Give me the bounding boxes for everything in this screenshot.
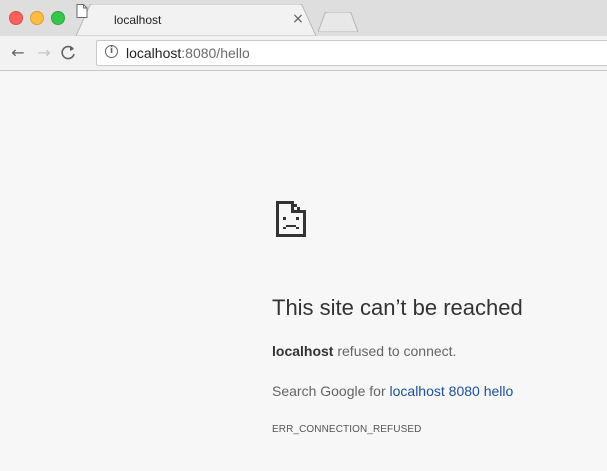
forward-arrow-icon[interactable]: → <box>34 43 54 63</box>
tab-title: localhost <box>114 13 162 27</box>
toolbar: ← → i localhost:8080/hello <box>0 36 607 71</box>
minimize-window-icon[interactable] <box>30 11 44 25</box>
zoom-window-icon[interactable] <box>51 11 65 25</box>
tab-strip: localhost × <box>0 0 607 36</box>
new-tab-button[interactable] <box>318 12 358 32</box>
error-host: localhost <box>272 343 334 359</box>
error-page: This site can’t be reached localhost ref… <box>0 71 607 471</box>
reload-icon[interactable] <box>58 43 78 63</box>
url-path: :8080/hello <box>181 45 250 61</box>
browser-window: localhost × ← → i localhost:8080/hello T… <box>0 0 607 471</box>
close-window-icon[interactable] <box>9 11 23 25</box>
back-arrow-icon[interactable]: ← <box>8 43 28 63</box>
search-suggestion: Search Google for localhost 8080 hello <box>272 383 513 399</box>
error-code: ERR_CONNECTION_REFUSED <box>272 424 422 435</box>
close-tab-icon[interactable]: × <box>290 11 306 27</box>
address-bar[interactable]: i localhost:8080/hello <box>96 40 607 66</box>
tab-localhost[interactable]: localhost × <box>76 4 316 36</box>
url-host: localhost <box>126 45 182 61</box>
error-heading: This site can’t be reached <box>272 295 523 320</box>
sad-page-icon <box>276 201 306 237</box>
page-icon <box>76 4 88 18</box>
search-prefix: Search Google for <box>272 383 390 399</box>
info-icon[interactable]: i <box>105 45 118 58</box>
url-text[interactable]: localhost:8080/hello <box>126 45 250 61</box>
search-link[interactable]: localhost 8080 hello <box>390 383 514 399</box>
error-refused-text: refused to connect. <box>333 343 457 359</box>
tab-shape <box>76 4 316 36</box>
error-description: localhost refused to connect. <box>272 343 456 359</box>
